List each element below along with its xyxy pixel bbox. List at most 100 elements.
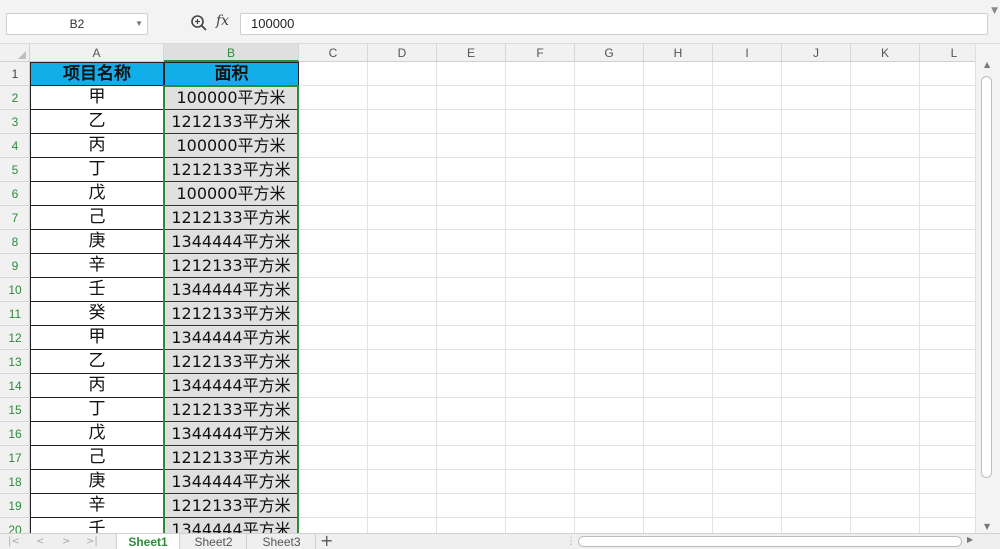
cell-i19[interactable] [713,494,782,518]
cell-e15[interactable] [437,398,506,422]
cell-g3[interactable] [575,110,644,134]
cell-h18[interactable] [644,470,713,494]
cell-g16[interactable] [575,422,644,446]
cell-c4[interactable] [299,134,368,158]
cell-b20[interactable]: 1344444平方米 [164,518,299,533]
cell-l4[interactable] [920,134,975,158]
cell-c14[interactable] [299,374,368,398]
row-header-6[interactable]: 6 [0,182,29,206]
cell-e10[interactable] [437,278,506,302]
cell-i16[interactable] [713,422,782,446]
cell-d12[interactable] [368,326,437,350]
cell-f2[interactable] [506,86,575,110]
cell-h15[interactable] [644,398,713,422]
cell-d13[interactable] [368,350,437,374]
cell-g8[interactable] [575,230,644,254]
cell-a7[interactable]: 己 [30,206,164,230]
cell-f9[interactable] [506,254,575,278]
vertical-scrollbar[interactable]: ▲ ▼ [975,44,1000,533]
cell-d1[interactable] [368,62,437,86]
cell-a15[interactable]: 丁 [30,398,164,422]
select-all-corner[interactable] [0,44,30,62]
cell-f5[interactable] [506,158,575,182]
cell-i1[interactable] [713,62,782,86]
cell-h12[interactable] [644,326,713,350]
cell-i3[interactable] [713,110,782,134]
cell-a10[interactable]: 壬 [30,278,164,302]
cell-e12[interactable] [437,326,506,350]
cell-b14[interactable]: 1344444平方米 [164,374,299,398]
cell-g7[interactable] [575,206,644,230]
cell-d2[interactable] [368,86,437,110]
cell-b1[interactable]: 面积 [164,62,299,86]
cell-f3[interactable] [506,110,575,134]
column-header-i[interactable]: I [713,44,782,62]
column-header-h[interactable]: H [644,44,713,62]
column-header-d[interactable]: D [368,44,437,62]
cell-b15[interactable]: 1212133平方米 [164,398,299,422]
row-header-4[interactable]: 4 [0,134,29,158]
cell-g17[interactable] [575,446,644,470]
row-header-15[interactable]: 15 [0,398,29,422]
cell-j12[interactable] [782,326,851,350]
cell-a9[interactable]: 辛 [30,254,164,278]
cell-b7[interactable]: 1212133平方米 [164,206,299,230]
cell-grid[interactable]: 项目名称 面积甲 100000平方米乙 1212133平方米丙 100000平方米丁 12… [30,62,975,533]
cell-j2[interactable] [782,86,851,110]
cell-k16[interactable] [851,422,920,446]
column-header-f[interactable]: F [506,44,575,62]
cell-e1[interactable] [437,62,506,86]
cell-f20[interactable] [506,518,575,533]
cell-h17[interactable] [644,446,713,470]
cell-a11[interactable]: 癸 [30,302,164,326]
cell-i12[interactable] [713,326,782,350]
cell-k15[interactable] [851,398,920,422]
row-header-9[interactable]: 9 [0,254,29,278]
cell-k4[interactable] [851,134,920,158]
cell-e18[interactable] [437,470,506,494]
cell-i4[interactable] [713,134,782,158]
cell-h20[interactable] [644,518,713,533]
cell-l3[interactable] [920,110,975,134]
cell-l14[interactable] [920,374,975,398]
cell-j19[interactable] [782,494,851,518]
cell-k12[interactable] [851,326,920,350]
cell-i11[interactable] [713,302,782,326]
cell-i17[interactable] [713,446,782,470]
cell-b2[interactable]: 100000平方米 [164,86,299,110]
cell-g18[interactable] [575,470,644,494]
cell-f10[interactable] [506,278,575,302]
cell-k1[interactable] [851,62,920,86]
cell-h2[interactable] [644,86,713,110]
cell-b5[interactable]: 1212133平方米 [164,158,299,182]
cell-l20[interactable] [920,518,975,533]
cell-b12[interactable]: 1344444平方米 [164,326,299,350]
scroll-right-icon[interactable]: ▶ [967,535,973,544]
cell-h16[interactable] [644,422,713,446]
cell-a2[interactable]: 甲 [30,86,164,110]
cell-c20[interactable] [299,518,368,533]
last-sheet-icon[interactable]: >| [86,534,98,549]
cell-l8[interactable] [920,230,975,254]
cell-h9[interactable] [644,254,713,278]
cell-g1[interactable] [575,62,644,86]
cell-b18[interactable]: 1344444平方米 [164,470,299,494]
row-header-14[interactable]: 14 [0,374,29,398]
cell-j3[interactable] [782,110,851,134]
cell-h8[interactable] [644,230,713,254]
cell-j9[interactable] [782,254,851,278]
cell-e14[interactable] [437,374,506,398]
cell-e4[interactable] [437,134,506,158]
row-header-16[interactable]: 16 [0,422,29,446]
column-header-c[interactable]: C [299,44,368,62]
name-box[interactable]: B2 ▼ [6,13,148,35]
tab-scroll-handle-icon[interactable]: ⋮ [566,534,576,549]
cell-g5[interactable] [575,158,644,182]
cell-k11[interactable] [851,302,920,326]
cell-a12[interactable]: 甲 [30,326,164,350]
cell-e2[interactable] [437,86,506,110]
cell-c7[interactable] [299,206,368,230]
cell-c10[interactable] [299,278,368,302]
cell-i15[interactable] [713,398,782,422]
horizontal-scrollbar[interactable] [578,536,962,547]
